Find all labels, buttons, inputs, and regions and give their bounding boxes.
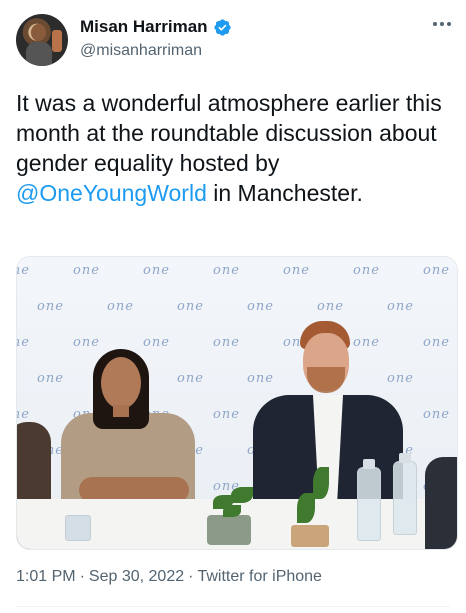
backdrop-logo: one [213, 407, 240, 422]
backdrop-logo: one [17, 335, 30, 350]
more-options-icon[interactable] [430, 18, 454, 30]
photo-glass [65, 515, 91, 541]
photo-water-bottle [393, 461, 417, 535]
backdrop-logo: one [37, 299, 64, 314]
backdrop-logo: one [457, 299, 458, 314]
backdrop-logo: one [423, 263, 450, 278]
handle[interactable]: @misanharriman [80, 42, 202, 60]
photo-plant-pot-small [291, 525, 329, 547]
photo-plant-pot [207, 515, 251, 545]
backdrop-logo: one [423, 335, 450, 350]
backdrop-logo: one [107, 299, 134, 314]
photo-water-bottle [357, 467, 381, 541]
tweet-time[interactable]: 1:01 PM [16, 568, 76, 585]
backdrop-logo: one [353, 335, 380, 350]
mention-link[interactable]: @OneYoungWorld [16, 180, 207, 206]
photo-person-woman-neck [113, 405, 129, 417]
backdrop-logo: one [387, 299, 414, 314]
backdrop-logo: one [37, 371, 64, 386]
tweet-date[interactable]: Sep 30, 2022 [89, 568, 184, 585]
tweet-source: Twitter for iPhone [197, 568, 322, 585]
backdrop-logo: one [457, 371, 458, 386]
backdrop-logo: one [213, 335, 240, 350]
photo-person-woman-face [101, 357, 141, 409]
backdrop-logo: one [423, 407, 450, 422]
avatar[interactable] [16, 14, 68, 66]
avatar-figure-head [31, 24, 46, 41]
backdrop-logo: one [17, 263, 30, 278]
backdrop-logo: one [73, 263, 100, 278]
backdrop-logo: one [17, 407, 30, 422]
photo-foreground-figure-right [425, 457, 457, 549]
tweet-photo[interactable]: one one one one one one one one one one one one one o… [16, 256, 458, 550]
meta-separator: · [79, 568, 85, 585]
photo-plant-leaf [313, 467, 329, 499]
photo-plant-leaf [231, 487, 253, 503]
backdrop-logo: one [247, 371, 274, 386]
divider [16, 606, 450, 607]
verified-badge-icon [213, 18, 231, 36]
backdrop-logo: one [353, 263, 380, 278]
backdrop-logo: one [213, 263, 240, 278]
dot [440, 22, 444, 26]
dot [433, 22, 437, 26]
backdrop-logo: one [73, 335, 100, 350]
avatar-figure-body [26, 42, 52, 66]
photo-plant-leaf [223, 505, 241, 517]
backdrop-logo: one [387, 371, 414, 386]
photo-bottle-cap [363, 459, 375, 469]
backdrop-logo: one [317, 299, 344, 314]
backdrop-logo: one [247, 299, 274, 314]
tweet-header: Misan Harriman @misanharriman [0, 0, 466, 80]
meta-separator: · [188, 568, 194, 585]
tweet-text-before: It was a wonderful atmosphere earlier th… [16, 90, 442, 176]
name-row: Misan Harriman [80, 17, 232, 37]
backdrop-logo: one [457, 443, 458, 458]
photo-bottle-cap [399, 453, 411, 463]
tweet-text: It was a wonderful atmosphere earlier th… [16, 88, 456, 208]
display-name[interactable]: Misan Harriman [80, 17, 208, 37]
tweet-text-after: in Manchester. [206, 180, 363, 206]
backdrop-logo: one [283, 263, 310, 278]
backdrop-logo: one [177, 371, 204, 386]
avatar-background-light [52, 30, 62, 52]
backdrop-logo: one [177, 299, 204, 314]
tweet-meta: 1:01 PM · Sep 30, 2022 · Twitter for iPhone [16, 568, 322, 586]
dot [447, 22, 451, 26]
backdrop-logo: one [143, 263, 170, 278]
backdrop-logo: one [143, 335, 170, 350]
